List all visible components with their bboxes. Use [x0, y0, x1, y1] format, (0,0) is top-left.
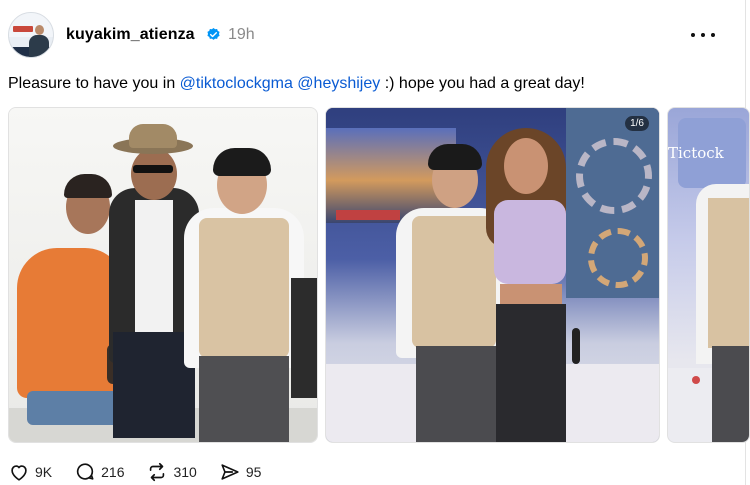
- repost-button[interactable]: 310: [146, 461, 197, 483]
- person-hair: [213, 148, 271, 176]
- mention-link[interactable]: @heyshijey: [297, 75, 380, 92]
- avatar-person-body: [29, 35, 49, 57]
- heart-icon: [11, 465, 27, 481]
- person-face: [131, 148, 177, 200]
- post-photo-1[interactable]: [8, 107, 318, 443]
- reply-count: 216: [101, 464, 125, 480]
- media-counter-badge: 1/6: [625, 116, 649, 131]
- avatar-person-head: [35, 25, 44, 35]
- post-photo-3[interactable]: Tictock: [667, 107, 750, 443]
- person-denim-skirt: [27, 391, 119, 425]
- person-sweater-vest: [708, 198, 749, 348]
- post-actions-bar: 9K 216 310 95: [8, 460, 283, 484]
- comment-bubble-icon: [77, 463, 94, 480]
- photo-background-object: [291, 278, 317, 398]
- person-grey-pants: [199, 356, 289, 442]
- gear-decoration: [576, 138, 652, 214]
- repost-arrows-icon: [150, 462, 165, 482]
- more-dots-icon[interactable]: [691, 26, 715, 44]
- post-photo-2[interactable]: 1/6: [325, 107, 660, 443]
- person-black-pants: [496, 304, 566, 442]
- dot: [711, 33, 715, 37]
- post-timestamp[interactable]: 19h: [228, 26, 255, 44]
- person-hair: [428, 144, 482, 170]
- reply-button[interactable]: 216: [74, 461, 124, 483]
- person-grey-pants: [712, 346, 749, 442]
- share-arrow-icon: [221, 464, 239, 480]
- studio-sign-text: Tictock: [668, 144, 724, 162]
- person-face: [504, 138, 548, 194]
- caption-text: :) hope you had a great day!: [380, 75, 585, 92]
- share-button[interactable]: 95: [219, 461, 262, 483]
- microphone: [572, 328, 580, 364]
- person-grey-pants: [416, 346, 496, 442]
- post-caption: Pleasure to have you in @tiktoclockgma @…: [8, 75, 585, 93]
- floor-confetti: [692, 376, 700, 384]
- person-white-shirt: [135, 200, 173, 340]
- username-link[interactable]: kuyakim_atienza: [66, 26, 195, 44]
- avatar[interactable]: [8, 12, 54, 58]
- like-count: 9K: [35, 464, 53, 480]
- studio-banner: [336, 210, 400, 220]
- mention-link[interactable]: @tiktoclockgma: [180, 75, 293, 92]
- avatar-banner: [13, 26, 33, 32]
- person-dark-jeans: [113, 332, 195, 438]
- person-hat: [129, 124, 177, 148]
- verified-badge-icon: [207, 27, 220, 40]
- caption-text: Pleasure to have you in: [8, 75, 180, 92]
- thread-post: kuyakim_atienza 19h Pleasure to have you…: [0, 0, 750, 485]
- person-lilac-top: [494, 200, 566, 284]
- person-sweater-vest: [412, 216, 496, 348]
- person-sweater-vest: [199, 218, 289, 358]
- dot: [691, 33, 695, 37]
- gear-decoration: [588, 228, 648, 288]
- dot: [701, 33, 705, 37]
- like-button[interactable]: 9K: [8, 461, 52, 483]
- repost-count: 310: [173, 464, 197, 480]
- person-glasses: [133, 165, 173, 173]
- share-count: 95: [245, 464, 262, 480]
